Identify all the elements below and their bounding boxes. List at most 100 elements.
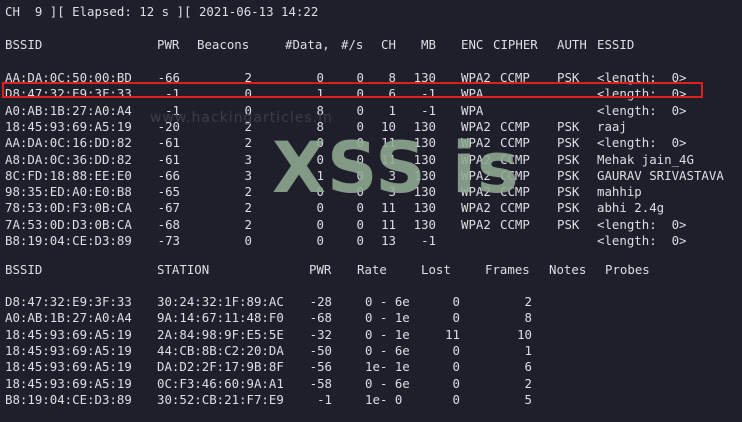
station-rate-cell: 1e- 0 (365, 391, 403, 407)
ap-bssid-cell: A0:AB:1B:27:A0:A4 (5, 102, 132, 118)
highlight-box (2, 82, 703, 98)
header-mb: MB (421, 37, 436, 52)
header-bssid: BSSID (5, 37, 43, 52)
station-row: 18:45:93:69:A5:19 2A:84:98:9F:E5:5E -32 0 -… (0, 327, 742, 343)
station-rate-cell: 0 - 1e (365, 326, 410, 342)
ap-essid-cell: mahhip (597, 184, 642, 200)
station-frames-cell: 2 (524, 294, 532, 309)
station-station-cell: DA:D2:2F:17:9B:8F (157, 359, 284, 375)
header-auth: AUTH (557, 37, 587, 52)
ap-pwr-cell: -61 (157, 135, 180, 151)
station-lost-cell: 0 (452, 294, 460, 309)
ap-beacons-cell: 2 (244, 184, 252, 200)
ap-essid-cell: <length: 0> (597, 135, 687, 151)
ap-auth-cell: PSK (557, 216, 580, 232)
station-rate-cell: 0 - 1e (365, 310, 410, 326)
ap-auth-cell: PSK (557, 135, 580, 151)
header-station-bssid: BSSID (5, 262, 43, 277)
ap-data-cell: 0 (316, 216, 324, 232)
ap-bssid-cell: 8C:FD:18:88:EE:E0 (5, 167, 132, 183)
header-essid: ESSID (597, 37, 635, 52)
ap-pwr-cell: -73 (157, 233, 180, 248)
status-line: CH 9 ][ Elapsed: 12 s ][ 2021-06-13 14:2… (5, 4, 319, 19)
station-pwr-cell: -1 (317, 391, 332, 407)
station-station-cell: 44:CB:8B:C2:20:DA (157, 342, 284, 358)
station-row: 18:45:93:69:A5:19 0C:F3:46:60:9A:A1 -58 0 -… (0, 376, 742, 392)
station-station-cell: 30:52:CB:21:F7:E9 (157, 391, 284, 407)
ap-beacons-cell: 2 (244, 135, 252, 151)
station-lost-cell: 0 (452, 310, 460, 326)
header-frames: Frames (485, 262, 530, 277)
ap-pwr-cell: -68 (157, 216, 180, 232)
station-row: 18:45:93:69:A5:19 DA:D2:2F:17:9B:8F -56 1e-… (0, 359, 742, 375)
station-row: 18:45:93:69:A5:19 44:CB:8B:C2:20:DA -50 0 -… (0, 343, 742, 359)
ap-essid-cell: abhi 2.4g (597, 200, 665, 216)
station-frames-cell: 8 (524, 310, 532, 326)
ap-mb-cell: 130 (413, 216, 436, 232)
station-pwr-cell: -32 (309, 326, 332, 342)
station-station-cell: 2A:84:98:9F:E5:5E (157, 326, 284, 342)
station-bssid-cell: 18:45:93:69:A5:19 (5, 375, 132, 391)
ap-beacons-cell: 0 (244, 233, 252, 248)
station-row: D8:47:32:E9:3F:33 30:24:32:1F:89:AC -28 0 -… (0, 294, 742, 310)
ap-essid-cell: GAURAV SRIVASTAVA (597, 167, 724, 183)
watermark-logo: XSS is (272, 127, 520, 209)
station-frames-cell: 2 (524, 375, 532, 391)
station-row: A0:AB:1B:27:A0:A4 9A:14:67:11:48:F0 -68 0 -… (0, 310, 742, 326)
ap-auth-cell: PSK (557, 151, 580, 167)
header-station-pwr: PWR (309, 262, 332, 277)
station-bssid-cell: A0:AB:1B:27:A0:A4 (5, 310, 132, 326)
station-row: B8:19:04:CE:D3:89 30:52:CB:21:F7:E9 -1 1e- … (0, 392, 742, 408)
station-table-header: BSSID STATION PWR Rate Lost Frames Notes… (0, 262, 742, 278)
station-pwr-cell: -68 (309, 310, 332, 326)
header-rate: #/s (341, 37, 364, 52)
ap-enc-cell: WPA2 (461, 216, 491, 232)
ap-pwr-cell: -66 (157, 167, 180, 183)
ap-essid-cell: Mehak jain_4G (597, 151, 694, 167)
header-notes: Notes (549, 262, 587, 277)
station-bssid-cell: D8:47:32:E9:3F:33 (5, 294, 132, 309)
header-ch: CH (381, 37, 396, 52)
ap-beacons-cell: 3 (244, 151, 252, 167)
ap-cipher-cell: CCMP (500, 216, 530, 232)
station-pwr-cell: -58 (309, 375, 332, 391)
ap-row: 7A:53:0D:D3:0B:CA -68 2 0 0 11 130 WPA2 CCMP PSK <… (0, 217, 742, 233)
station-rate-cell: 1e- 1e (365, 359, 410, 375)
ap-rate-cell: 0 (356, 233, 364, 248)
ap-data-cell: 0 (316, 233, 324, 248)
station-lost-cell: 0 (452, 375, 460, 391)
station-frames-cell: 6 (524, 359, 532, 375)
header-data: #Data, (285, 37, 330, 52)
ap-bssid-cell: A8:DA:0C:36:DD:82 (5, 151, 132, 167)
ap-ch-cell: 13 (381, 233, 396, 248)
station-pwr-cell: -28 (309, 294, 332, 309)
header-cipher: CIPHER (493, 37, 538, 52)
station-lost-cell: 0 (452, 342, 460, 358)
station-frames-cell: 1 (524, 342, 532, 358)
station-station-cell: 0C:F3:46:60:9A:A1 (157, 375, 284, 391)
station-lost-cell: 0 (452, 391, 460, 407)
header-enc: ENC (461, 37, 484, 52)
header-pwr: PWR (157, 37, 180, 52)
ap-bssid-cell: AA:DA:0C:16:DD:82 (5, 135, 132, 151)
station-bssid-cell: 18:45:93:69:A5:19 (5, 359, 132, 375)
station-station-cell: 30:24:32:1F:89:AC (157, 294, 284, 309)
ap-mb-cell: -1 (421, 102, 436, 118)
station-pwr-cell: -56 (309, 359, 332, 375)
ap-auth-cell: PSK (557, 200, 580, 216)
watermark-url: www.hackingarticles.in (150, 110, 333, 126)
ap-bssid-cell: 18:45:93:69:A5:19 (5, 118, 132, 134)
station-frames-cell: 10 (517, 326, 532, 342)
ap-beacons-cell: 3 (244, 167, 252, 183)
station-frames-cell: 5 (524, 391, 532, 407)
ap-beacons-cell: 2 (244, 216, 252, 232)
ap-ch-cell: 11 (381, 216, 396, 232)
station-lost-cell: 11 (445, 326, 460, 342)
ap-bssid-cell: 78:53:0D:F3:0B:CA (5, 200, 132, 216)
ap-essid-cell: raaj (597, 118, 627, 134)
ap-essid-cell: <length: 0> (597, 216, 687, 232)
ap-auth-cell: PSK (557, 184, 580, 200)
ap-row: A0:AB:1B:27:A0:A4 -1 0 8 0 1 -1 WPA <length: 0> (0, 103, 742, 119)
header-beacons: Beacons (197, 37, 250, 52)
station-pwr-cell: -50 (309, 342, 332, 358)
